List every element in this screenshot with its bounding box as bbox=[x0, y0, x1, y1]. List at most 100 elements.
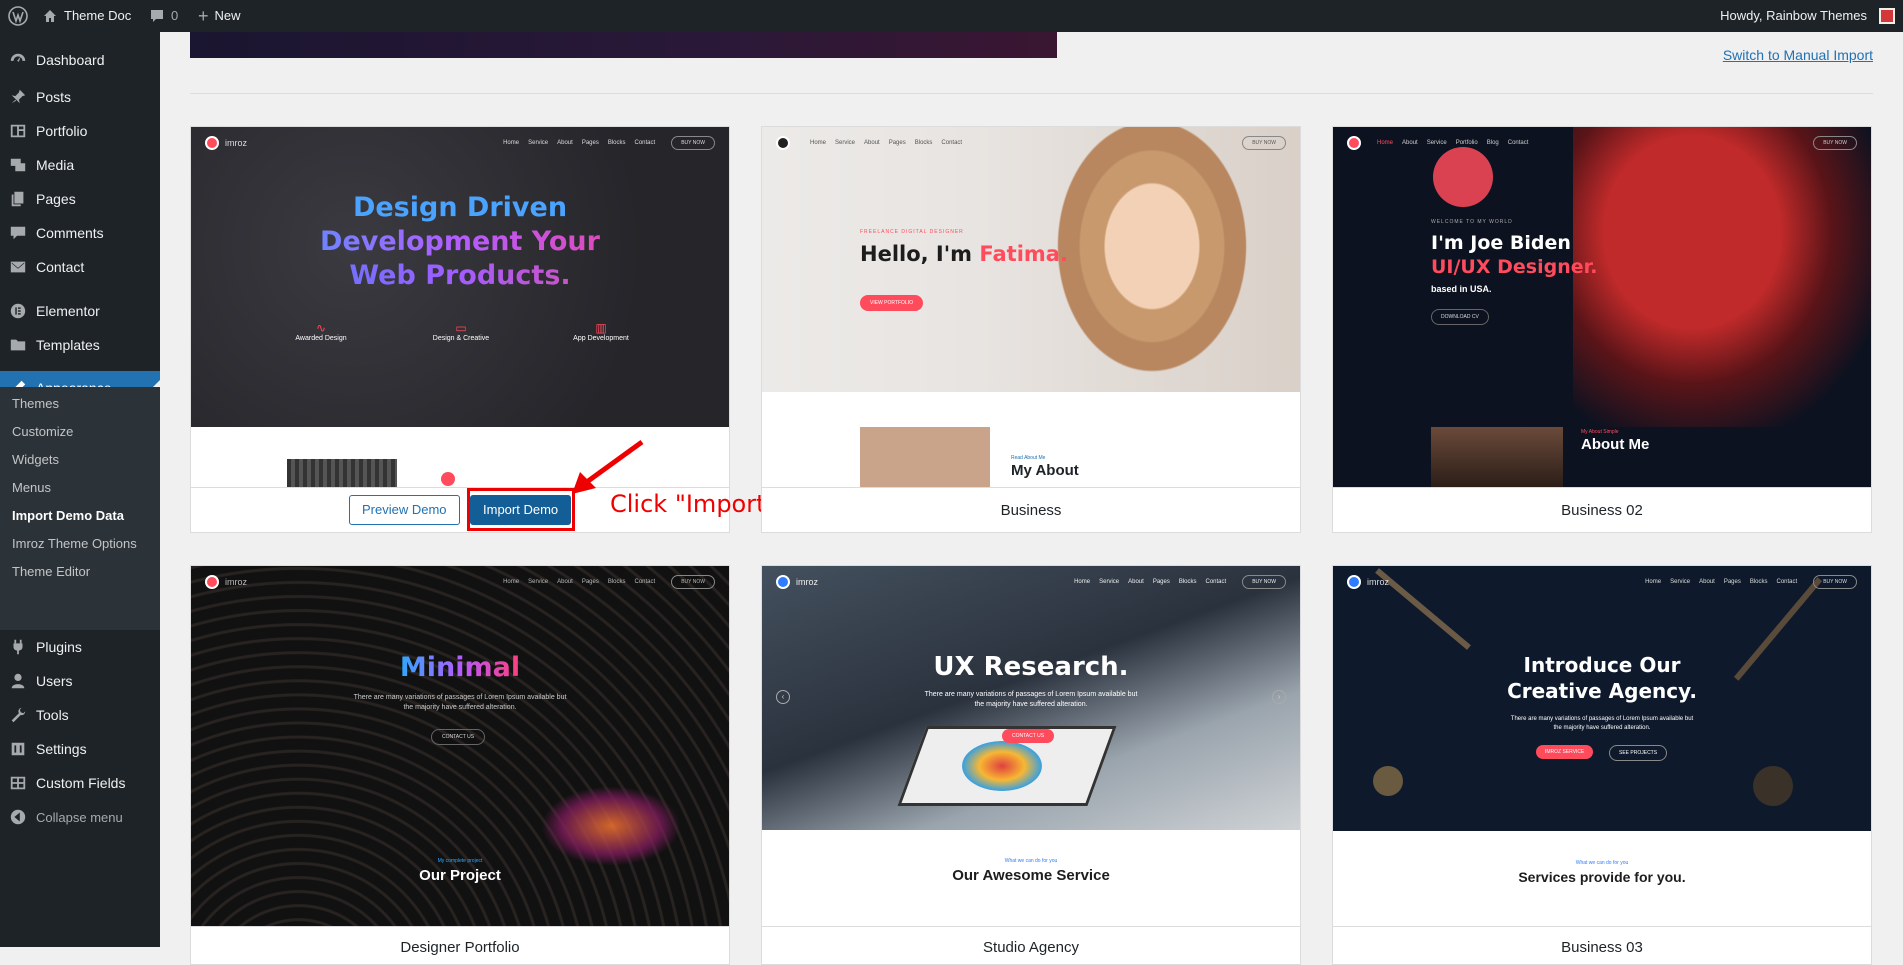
comments-icon bbox=[0, 224, 36, 242]
hello-text: Hello, I'm bbox=[860, 242, 980, 266]
mock-nav: Home About Service Portfolio Blog Contac… bbox=[1333, 127, 1871, 159]
grid-icon bbox=[0, 774, 36, 792]
submenu-customize[interactable]: Customize bbox=[12, 422, 73, 442]
hero-cta: CONTACT US bbox=[431, 729, 486, 745]
demo-card-business-03[interactable]: imroz Home Service About Pages Blocks Co… bbox=[1332, 565, 1872, 965]
sidebar-item-dashboard[interactable]: Dashboard bbox=[0, 43, 160, 77]
mock-logo-icon bbox=[776, 136, 790, 150]
site-name-link[interactable]: Theme Doc bbox=[42, 0, 131, 32]
mock-brand: imroz bbox=[1367, 577, 1389, 587]
mock-brand: imroz bbox=[796, 577, 818, 587]
hero-heading: Hello, I'm Fatima. bbox=[860, 242, 1068, 266]
mock-link: Contact bbox=[1205, 579, 1227, 585]
mock-link: Pages bbox=[1723, 579, 1741, 585]
mock-logo-icon bbox=[205, 575, 219, 589]
switch-to-manual-import-link[interactable]: Switch to Manual Import bbox=[1723, 47, 1873, 63]
card-footer: Studio Agency bbox=[762, 926, 1300, 964]
card-title: Business 03 bbox=[1561, 939, 1643, 956]
card-footer: Designer Portfolio bbox=[191, 926, 729, 964]
preview-demo-button[interactable]: Preview Demo bbox=[349, 495, 460, 525]
wordpress-logo-icon[interactable] bbox=[4, 0, 32, 32]
sidebar-item-label: Posts bbox=[36, 89, 72, 105]
feature-label: Design & Creative bbox=[432, 335, 490, 342]
submenu-imroz-theme-options[interactable]: Imroz Theme Options bbox=[12, 534, 137, 554]
hero-heading: I'm Joe Biden UI/UX Designer. bbox=[1431, 231, 1598, 279]
tablet-artwork bbox=[962, 741, 1042, 791]
mock-logo-icon bbox=[776, 575, 790, 589]
sidebar-item-elementor[interactable]: Elementor bbox=[0, 294, 160, 328]
sidebar-item-templates[interactable]: Templates bbox=[0, 328, 160, 362]
home-icon bbox=[44, 10, 56, 22]
sidebar-item-pages[interactable]: Pages bbox=[0, 182, 160, 216]
mock-links: Home Service About Pages Blocks Contact bbox=[1645, 579, 1797, 585]
howdy-text: Howdy, Rainbow Themes bbox=[1720, 8, 1867, 23]
about-image bbox=[1431, 427, 1563, 487]
collapse-menu-button[interactable]: Collapse menu bbox=[0, 800, 160, 834]
about-image bbox=[860, 427, 990, 487]
section-title: Our Project bbox=[419, 867, 501, 884]
sidebar-item-label: Plugins bbox=[36, 639, 82, 655]
divider bbox=[190, 93, 1873, 94]
sidebar-item-comments[interactable]: Comments bbox=[0, 216, 160, 250]
comment-bubble-icon bbox=[151, 10, 163, 22]
demo-card-designer-portfolio[interactable]: imroz Home Service About Pages Blocks Co… bbox=[190, 565, 730, 965]
main-content: Switch to Manual Import imroz Home Servi… bbox=[160, 32, 1903, 965]
mock-links: Home Service About Pages Blocks Contact bbox=[503, 140, 655, 146]
new-content-link[interactable]: + New bbox=[198, 0, 241, 32]
sidebar-item-tools[interactable]: Tools bbox=[0, 698, 160, 732]
demo-card-studio-agency[interactable]: imroz Home Service About Pages Blocks Co… bbox=[761, 565, 1301, 965]
thumbnail-image-strip bbox=[287, 459, 397, 487]
mock-link: Blocks bbox=[914, 140, 933, 146]
submenu-import-demo-data[interactable]: Import Demo Data bbox=[12, 506, 124, 526]
hero-line-1: Introduce Our bbox=[1523, 653, 1681, 677]
sidebar-item-posts[interactable]: Posts bbox=[0, 80, 160, 114]
color-swirl bbox=[541, 786, 681, 866]
feature-design: ▭ Design & Creative bbox=[411, 321, 511, 342]
sidebar-item-users[interactable]: Users bbox=[0, 664, 160, 698]
mock-nav: imroz Home Service About Pages Blocks Co… bbox=[191, 127, 729, 159]
hero-line-2: Creative Agency. bbox=[1507, 679, 1697, 703]
elementor-icon bbox=[0, 302, 36, 320]
demo-card-business[interactable]: Home Service About Pages Blocks Contact … bbox=[761, 126, 1301, 533]
mock-link: About bbox=[864, 140, 880, 146]
demo-card-business-02[interactable]: Home About Service Portfolio Blog Contac… bbox=[1332, 126, 1872, 533]
plus-icon: + bbox=[198, 6, 209, 26]
sidebar-item-label: Contact bbox=[36, 259, 85, 275]
avatar bbox=[1879, 8, 1895, 24]
sidebar-item-portfolio[interactable]: Portfolio bbox=[0, 114, 160, 148]
pages-icon bbox=[0, 190, 36, 208]
user-account-menu[interactable]: Howdy, Rainbow Themes bbox=[1720, 0, 1895, 32]
sidebar-item-contact[interactable]: Contact bbox=[0, 250, 160, 284]
sidebar-item-media[interactable]: Media bbox=[0, 148, 160, 182]
tape-decoration bbox=[1373, 766, 1403, 796]
submenu-theme-editor[interactable]: Theme Editor bbox=[12, 562, 90, 582]
mock-link: About bbox=[557, 579, 573, 585]
submenu-themes[interactable]: Themes bbox=[12, 394, 59, 414]
demo-thumbnail: imroz Home Service About Pages Blocks Co… bbox=[191, 566, 729, 926]
sidebar-item-plugins[interactable]: Plugins bbox=[0, 630, 160, 664]
comments-link[interactable]: 0 bbox=[149, 0, 178, 32]
card-title: Studio Agency bbox=[983, 939, 1079, 956]
demo-thumbnail: imroz Home Service About Pages Blocks Co… bbox=[1333, 566, 1871, 926]
mock-link: Blocks bbox=[1178, 579, 1197, 585]
sidebar-item-settings[interactable]: Settings bbox=[0, 732, 160, 766]
portrait-image bbox=[1042, 127, 1262, 392]
mock-link: Service bbox=[1670, 579, 1691, 585]
users-icon bbox=[0, 672, 36, 690]
submenu-menus[interactable]: Menus bbox=[12, 478, 51, 498]
mock-nav: imroz Home Service About Pages Blocks Co… bbox=[762, 566, 1300, 598]
card-title: Designer Portfolio bbox=[400, 939, 520, 956]
card-title: Business 02 bbox=[1561, 501, 1643, 519]
hero-heading: Minimal bbox=[191, 652, 729, 683]
demo-card-1[interactable]: imroz Home Service About Pages Blocks Co… bbox=[190, 126, 730, 533]
hero-location: based in USA. bbox=[1431, 284, 1492, 294]
mock-link: Contact bbox=[1507, 140, 1529, 146]
sidebar-item-custom-fields[interactable]: Custom Fields bbox=[0, 766, 160, 800]
feature-awarded: ∿ Awarded Design bbox=[271, 321, 371, 342]
section-title: Services provide for you. bbox=[1518, 869, 1686, 885]
hero-line-2: UI/UX Designer. bbox=[1431, 256, 1598, 278]
admin-sidebar: Dashboard Posts Portfolio Media Pages Co… bbox=[0, 32, 160, 947]
hero-subtext: There are many variations of passages of… bbox=[353, 694, 567, 711]
thumbnail-dot bbox=[441, 472, 455, 486]
submenu-widgets[interactable]: Widgets bbox=[12, 450, 59, 470]
